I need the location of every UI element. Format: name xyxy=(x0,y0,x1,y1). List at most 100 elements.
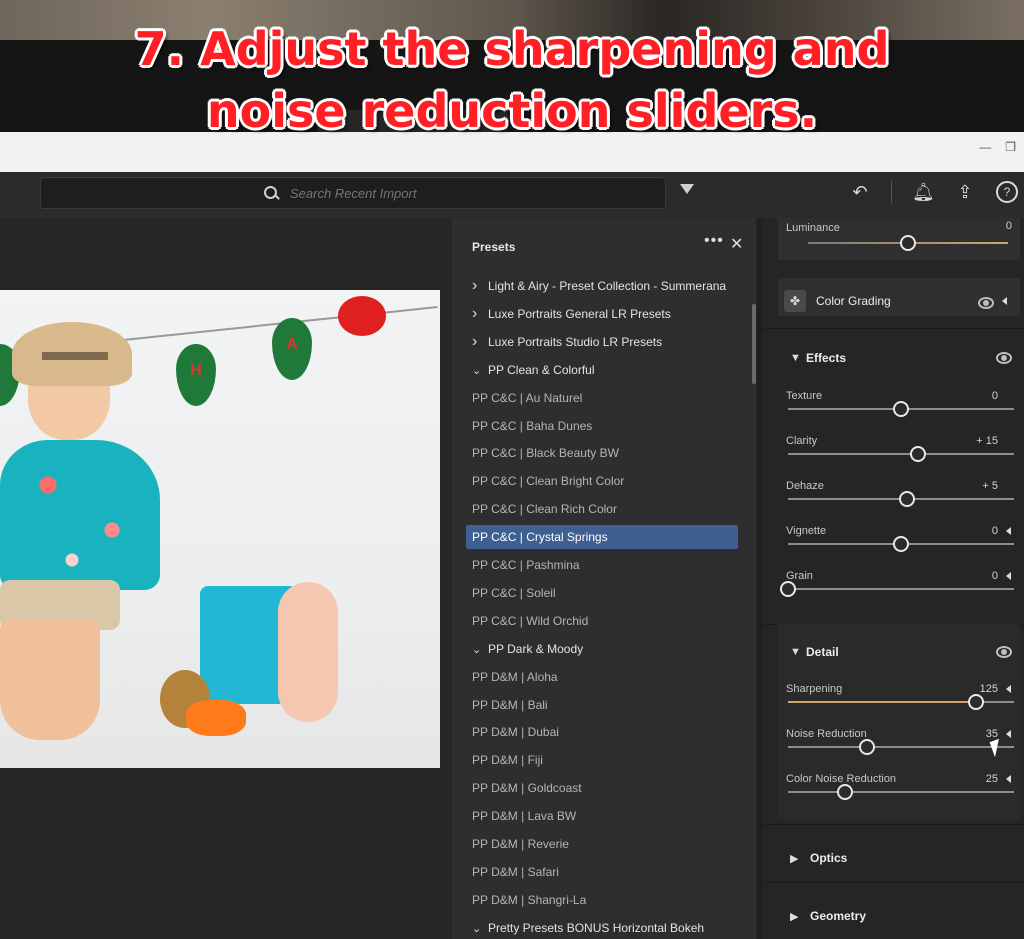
maximize-icon[interactable]: ❐ xyxy=(1005,140,1016,154)
more-options-icon[interactable]: ••• xyxy=(704,232,724,250)
preset-label: PP D&M | Goldcoast xyxy=(472,781,582,796)
chevron-right-icon[interactable]: ▶ xyxy=(790,910,798,923)
preset-item[interactable]: PP C&C | Soleil xyxy=(466,581,738,605)
detail-title[interactable]: Detail xyxy=(806,645,839,659)
preset-folder[interactable]: › Luxe Portraits General LR Presets xyxy=(466,302,738,326)
chevron-right-icon[interactable]: › xyxy=(472,302,488,326)
chevron-right-icon[interactable]: ▶ xyxy=(790,852,798,865)
preset-item[interactable]: PP D&M | Safari xyxy=(466,860,738,884)
share-icon[interactable]: ⇪ xyxy=(954,182,976,203)
slider-value[interactable]: 0 xyxy=(972,220,1012,232)
notification-bell-icon[interactable]: 🔔︎ xyxy=(912,182,935,203)
chevron-down-icon[interactable]: ▼ xyxy=(790,646,801,658)
preset-item[interactable]: PP D&M | Shangri-La xyxy=(466,888,738,912)
preset-folder[interactable]: ⌄ PP Dark & Moody xyxy=(466,637,738,661)
minimize-icon[interactable]: — xyxy=(979,140,991,154)
effects-title[interactable]: Effects xyxy=(806,351,846,365)
preset-folder[interactable]: › Luxe Portraits Studio LR Presets xyxy=(466,330,738,354)
slider-value[interactable]: 25 xyxy=(954,773,998,785)
boy-legs xyxy=(0,620,100,740)
preset-item[interactable]: PP C&C | Clean Rich Color xyxy=(466,497,738,521)
slider-track[interactable] xyxy=(788,491,1014,507)
preset-item[interactable]: PP C&C | Wild Orchid xyxy=(466,609,738,633)
preset-item[interactable]: PP D&M | Aloha xyxy=(466,665,738,689)
slider-value[interactable]: 0 xyxy=(954,570,998,582)
slider-label: Clarity xyxy=(786,435,818,447)
tutorial-caption: 7. Adjust the sharpening and noise reduc… xyxy=(0,18,1024,142)
preset-item[interactable]: PP D&M | Goldcoast xyxy=(466,776,738,800)
slider-track[interactable] xyxy=(788,694,1014,710)
search-bar[interactable] xyxy=(40,177,666,209)
reset-arrow-icon[interactable] xyxy=(1006,775,1011,783)
caption-line-1: 7. Adjust the sharpening and xyxy=(134,22,890,76)
eye-icon[interactable] xyxy=(996,352,1012,364)
close-icon[interactable]: ✕ xyxy=(730,234,743,254)
preset-item[interactable]: PP D&M | Dubai xyxy=(466,720,738,744)
chevron-right-icon[interactable]: › xyxy=(472,274,488,298)
slider-knob[interactable] xyxy=(859,739,876,755)
slider-value[interactable]: 0 xyxy=(954,390,998,402)
undo-icon[interactable]: ↶ xyxy=(849,182,871,203)
photo-preview[interactable]: H A xyxy=(0,290,440,768)
slider-track[interactable] xyxy=(788,739,1014,755)
reset-arrow-icon[interactable] xyxy=(1002,297,1007,305)
slider-value[interactable]: 35 xyxy=(954,728,998,740)
slider-track[interactable] xyxy=(788,446,1014,462)
slider-track[interactable] xyxy=(788,536,1014,552)
slider-knob[interactable] xyxy=(780,581,796,597)
preset-item[interactable]: PP C&C | Baha Dunes xyxy=(466,414,738,438)
preset-label: PP C&C | Pashmina xyxy=(472,558,580,572)
preset-label: PP D&M | Reverie xyxy=(472,837,569,851)
slider-value[interactable]: + 15 xyxy=(954,435,998,447)
preset-label: PP C&C | Black Beauty BW xyxy=(472,446,619,461)
slider-knob[interactable] xyxy=(893,401,909,417)
preset-item[interactable]: PP C&C | Pashmina xyxy=(466,553,738,577)
section-divider xyxy=(764,824,1024,825)
slider-track[interactable] xyxy=(788,401,1014,417)
help-icon[interactable]: ? xyxy=(996,181,1018,203)
geometry-title[interactable]: Geometry xyxy=(810,909,866,923)
slider-track[interactable] xyxy=(780,581,1014,597)
preset-item[interactable]: PP D&M | Fiji xyxy=(466,748,738,772)
slider-track[interactable] xyxy=(788,784,1014,800)
preset-item[interactable]: PP D&M | Lava BW xyxy=(466,804,738,828)
filter-icon[interactable] xyxy=(680,184,694,194)
banner-letter: A xyxy=(286,336,298,353)
reset-arrow-icon[interactable] xyxy=(1006,685,1011,693)
preset-item[interactable]: PP C&C | Black Beauty BW xyxy=(466,441,738,465)
slider-knob[interactable] xyxy=(893,536,909,552)
preset-item[interactable]: PP C&C | Au Naturel xyxy=(466,386,738,410)
optics-title[interactable]: Optics xyxy=(810,851,847,865)
slider-knob[interactable] xyxy=(836,784,853,800)
toolbar-icons: ↶ 🔔︎ ⇪ ? xyxy=(849,181,1018,203)
reset-arrow-icon[interactable] xyxy=(1006,527,1011,535)
chevron-down-icon[interactable]: ⌄ xyxy=(472,638,488,661)
preset-folder[interactable]: › Light & Airy - Preset Collection - Summ… xyxy=(466,274,738,298)
reset-arrow-icon[interactable] xyxy=(1006,572,1011,580)
slider-knob[interactable] xyxy=(900,235,916,251)
slider-knob[interactable] xyxy=(909,446,926,462)
chevron-down-icon[interactable]: ⌄ xyxy=(472,917,488,939)
preset-item[interactable]: PP C&C | Crystal Springs xyxy=(466,525,738,550)
slider-knob[interactable] xyxy=(898,491,915,507)
luminance-slider[interactable] xyxy=(808,235,1008,251)
color-grading-title[interactable]: Color Grading xyxy=(816,294,891,308)
chevron-down-icon[interactable]: ⌄ xyxy=(472,359,488,382)
slider-label: Dehaze xyxy=(786,480,824,492)
slider-value[interactable]: + 5 xyxy=(954,480,998,492)
chevron-down-icon[interactable]: ▼ xyxy=(790,352,801,364)
preset-item[interactable]: PP D&M | Reverie xyxy=(466,832,738,856)
reset-arrow-icon[interactable] xyxy=(1006,730,1011,738)
flower-lei xyxy=(278,582,338,722)
search-input[interactable] xyxy=(288,184,442,202)
preset-item[interactable]: PP C&C | Clean Bright Color xyxy=(466,469,738,493)
chevron-right-icon[interactable]: › xyxy=(472,330,488,354)
section-divider xyxy=(764,882,1024,883)
eye-icon[interactable] xyxy=(996,646,1012,658)
presets-scrollbar[interactable] xyxy=(752,304,756,384)
preset-folder[interactable]: ⌄ Pretty Presets BONUS Horizontal Bokeh xyxy=(466,916,738,939)
preset-item[interactable]: PP D&M | Bali xyxy=(466,693,738,717)
slider-value[interactable]: 0 xyxy=(954,525,998,537)
eye-icon[interactable] xyxy=(978,297,994,309)
preset-folder[interactable]: ⌄ PP Clean & Colorful xyxy=(466,358,738,382)
